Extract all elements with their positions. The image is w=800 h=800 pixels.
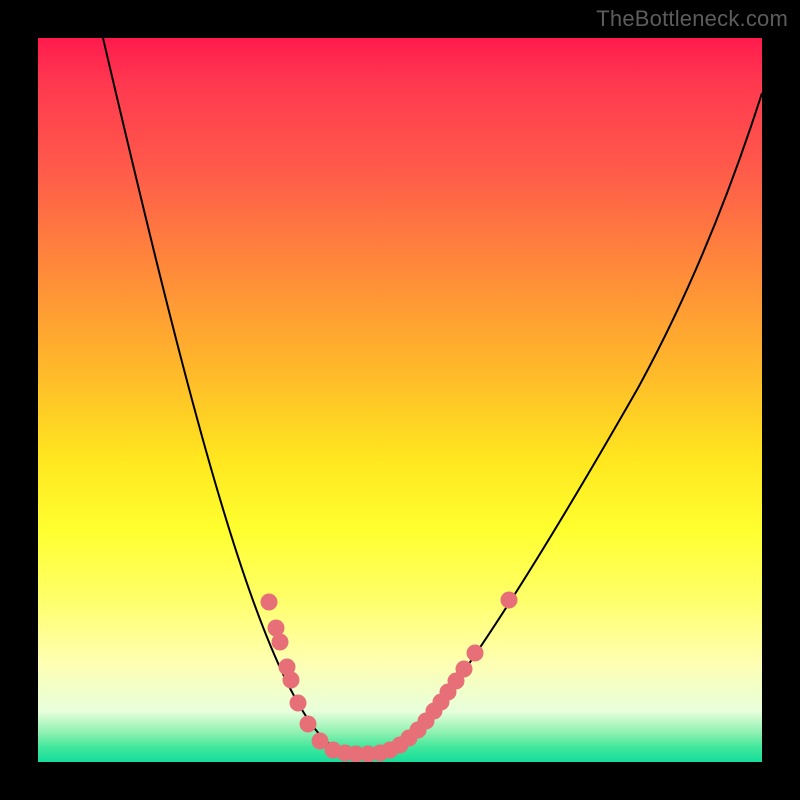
data-marker xyxy=(501,592,518,609)
data-marker xyxy=(283,672,300,689)
marker-group xyxy=(261,592,518,763)
data-marker xyxy=(290,695,307,712)
bottleneck-curve-svg xyxy=(38,38,762,762)
curve-path xyxy=(103,38,762,755)
data-marker xyxy=(456,661,473,678)
watermark-text: TheBottleneck.com xyxy=(596,6,788,32)
data-marker xyxy=(272,634,289,651)
data-marker xyxy=(467,645,484,662)
chart-container: TheBottleneck.com xyxy=(0,0,800,800)
data-marker xyxy=(300,716,317,733)
data-marker xyxy=(261,594,278,611)
